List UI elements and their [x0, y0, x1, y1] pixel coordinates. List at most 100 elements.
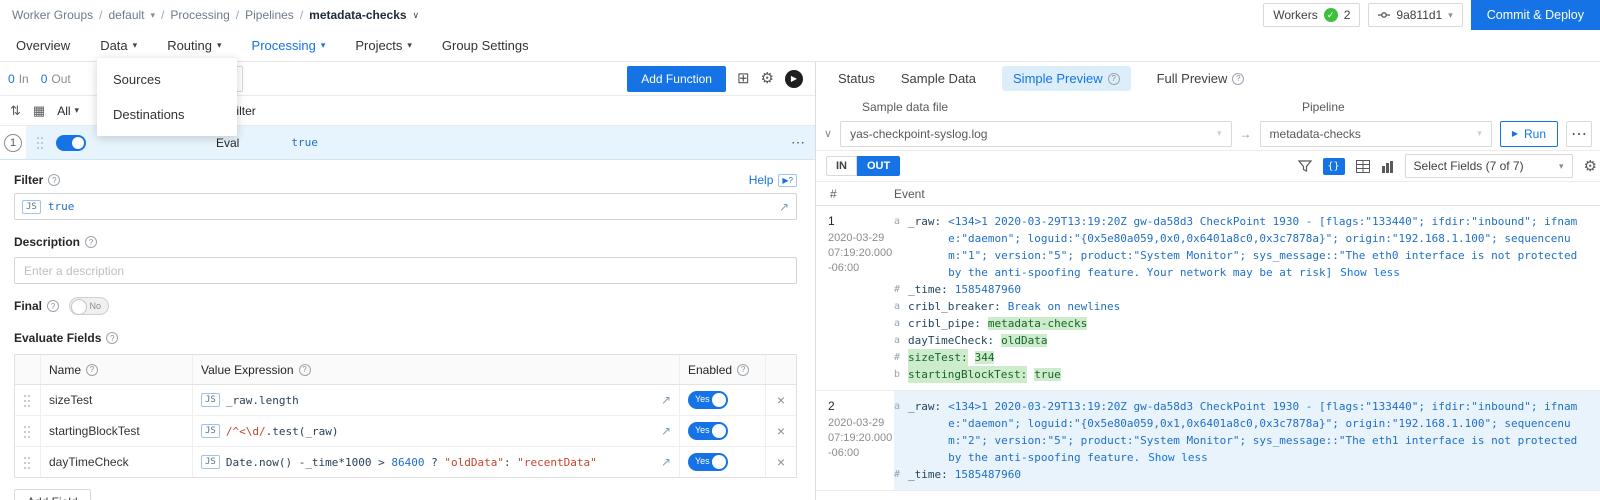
- tab-full-preview[interactable]: Full Preview ?: [1157, 71, 1245, 86]
- pipeline-select[interactable]: metadata-checks ▾: [1260, 121, 1492, 147]
- gear-icon[interactable]: ⚙: [1584, 159, 1597, 174]
- nav-group-settings[interactable]: Group Settings: [442, 38, 529, 53]
- in-button[interactable]: IN: [826, 156, 857, 176]
- nav-data[interactable]: Data▾: [100, 38, 137, 53]
- group-view-icon[interactable]: ▦: [33, 103, 45, 119]
- expand-editor-icon[interactable]: ↗: [661, 455, 671, 469]
- json-view-icon[interactable]: {}: [1323, 158, 1345, 175]
- pipeline-select-value: metadata-checks: [1270, 127, 1361, 141]
- field-expression-cell[interactable]: JS /^<\d/.test(_raw) ↗: [193, 416, 680, 446]
- play-icon: ▶: [1512, 129, 1518, 138]
- help-popout-icon[interactable]: ▶?: [778, 174, 797, 187]
- nav-processing[interactable]: Processing▾: [252, 38, 326, 53]
- drag-handle-icon[interactable]: [23, 425, 31, 438]
- remove-row-icon[interactable]: ×: [777, 454, 785, 470]
- expand-editor-icon[interactable]: ↗: [661, 393, 671, 407]
- commit-hash-pill[interactable]: 9a811d1 ▾: [1368, 3, 1462, 27]
- more-options-icon[interactable]: ⋯: [791, 134, 805, 151]
- breadcrumb-pipelines[interactable]: Pipelines: [245, 8, 294, 22]
- info-icon[interactable]: ?: [85, 236, 97, 248]
- enabled-toggle[interactable]: Yes: [688, 453, 728, 471]
- field-key: _raw: [908, 213, 941, 281]
- info-icon[interactable]: ?: [1232, 73, 1244, 85]
- field-key: cribl_pipe: [908, 315, 981, 332]
- field-key: _time: [908, 281, 948, 298]
- enabled-toggle[interactable]: Yes: [688, 391, 728, 409]
- drag-handle-icon[interactable]: [23, 456, 31, 469]
- enabled-toggle[interactable]: Yes: [688, 422, 728, 440]
- nav-processing-label: Processing: [252, 38, 316, 53]
- info-icon[interactable]: ?: [1108, 73, 1120, 85]
- field-expression-cell[interactable]: JS Date.now() -_time*1000 > 86400 ? "old…: [193, 447, 680, 477]
- expand-editor-icon[interactable]: ↗: [661, 424, 671, 438]
- add-field-button[interactable]: Add Field: [14, 489, 91, 500]
- tab-simple-preview[interactable]: Simple Preview ?: [1002, 66, 1131, 91]
- function-name: Eval: [216, 136, 239, 150]
- menu-item-destinations[interactable]: Destinations: [97, 97, 237, 132]
- tab-sample-data[interactable]: Sample Data: [901, 71, 976, 86]
- field-name-cell[interactable]: startingBlockTest: [41, 416, 193, 446]
- breadcrumb-group[interactable]: default: [108, 8, 144, 22]
- help-link[interactable]: Help ▶?: [749, 173, 797, 187]
- sample-file-select[interactable]: yas-checkpoint-syslog.log ▾: [840, 121, 1231, 147]
- out-button[interactable]: OUT: [857, 156, 900, 176]
- function-filter-dropdown[interactable]: All ▾: [57, 104, 79, 118]
- event-time: 07:19:20.000: [828, 246, 894, 261]
- expression-text: :: [504, 456, 517, 469]
- remove-row-icon[interactable]: ×: [777, 423, 785, 439]
- run-button[interactable]: ▶ Run: [1500, 121, 1558, 147]
- filter-expression-input-wrap: JS ↗: [14, 193, 797, 220]
- tab-status[interactable]: Status: [838, 71, 875, 86]
- filter-expression-input[interactable]: [48, 200, 772, 213]
- add-function-button[interactable]: Add Function: [627, 66, 726, 92]
- function-enabled-toggle[interactable]: [56, 135, 86, 151]
- chevron-down-icon[interactable]: ∨: [824, 127, 832, 140]
- field-name-cell[interactable]: dayTimeCheck: [41, 447, 193, 477]
- nav-overview[interactable]: Overview: [16, 38, 70, 53]
- event-timezone: -06:00: [828, 446, 894, 461]
- commit-deploy-button[interactable]: Commit & Deploy: [1471, 0, 1600, 30]
- collapse-all-icon[interactable]: ⇅: [10, 103, 21, 119]
- insert-function-icon[interactable]: ⊞: [737, 71, 750, 86]
- info-icon[interactable]: ?: [86, 364, 98, 376]
- events-out-label: Out: [51, 72, 70, 86]
- expand-editor-icon[interactable]: ↗: [779, 200, 789, 214]
- js-language-tag: JS: [201, 424, 220, 438]
- table-view-icon[interactable]: [1356, 160, 1370, 173]
- breadcrumb: Worker Groups / default ▾ / Processing /…: [12, 8, 419, 22]
- nav-projects[interactable]: Projects▾: [355, 38, 412, 53]
- evaluate-fields-label-text: Evaluate Fields: [14, 331, 101, 345]
- gear-icon[interactable]: ⚙: [761, 71, 774, 86]
- menu-item-sources[interactable]: Sources: [97, 62, 237, 97]
- info-icon[interactable]: ?: [106, 332, 118, 344]
- field-expression-cell[interactable]: JS _raw.length ↗: [193, 385, 680, 415]
- info-icon[interactable]: ?: [48, 174, 60, 186]
- select-fields-dropdown[interactable]: Select Fields (7 of 7) ▾: [1405, 154, 1573, 178]
- caret-down-icon[interactable]: ▾: [151, 10, 156, 21]
- info-icon[interactable]: ?: [299, 364, 311, 376]
- breadcrumb-current-pipeline[interactable]: metadata-checks: [309, 8, 406, 22]
- event-row-2[interactable]: 2 2020-03-29 07:19:20.000 -06:00 a _raw …: [816, 391, 1600, 491]
- show-less-link[interactable]: Show less: [1148, 451, 1208, 464]
- drag-handle-icon[interactable]: [36, 136, 44, 149]
- info-icon[interactable]: ?: [47, 300, 59, 312]
- field-name-cell[interactable]: sizeTest: [41, 385, 193, 415]
- play-pipeline-icon[interactable]: ▶: [785, 70, 803, 88]
- breadcrumb-processing[interactable]: Processing: [170, 8, 229, 22]
- filter-funnel-icon[interactable]: [1298, 159, 1312, 173]
- breadcrumb-worker-groups[interactable]: Worker Groups: [12, 8, 93, 22]
- show-less-link[interactable]: Show less: [1340, 266, 1400, 279]
- description-input[interactable]: [14, 257, 797, 284]
- enabled-toggle-value: Yes: [695, 394, 710, 404]
- chart-view-icon[interactable]: [1381, 160, 1394, 173]
- info-icon[interactable]: ?: [737, 364, 749, 376]
- field-key: _raw: [908, 398, 941, 466]
- chevron-down-icon[interactable]: ∨: [413, 10, 420, 21]
- final-toggle[interactable]: No: [69, 297, 109, 315]
- event-row-1[interactable]: 1 2020-03-29 07:19:20.000 -06:00 a _raw …: [816, 206, 1600, 391]
- nav-routing[interactable]: Routing▾: [167, 38, 221, 53]
- more-options-button[interactable]: ⋯: [1566, 121, 1592, 147]
- remove-row-icon[interactable]: ×: [777, 392, 785, 408]
- workers-status-pill[interactable]: Workers ✓ 2: [1263, 3, 1360, 27]
- drag-handle-icon[interactable]: [23, 394, 31, 407]
